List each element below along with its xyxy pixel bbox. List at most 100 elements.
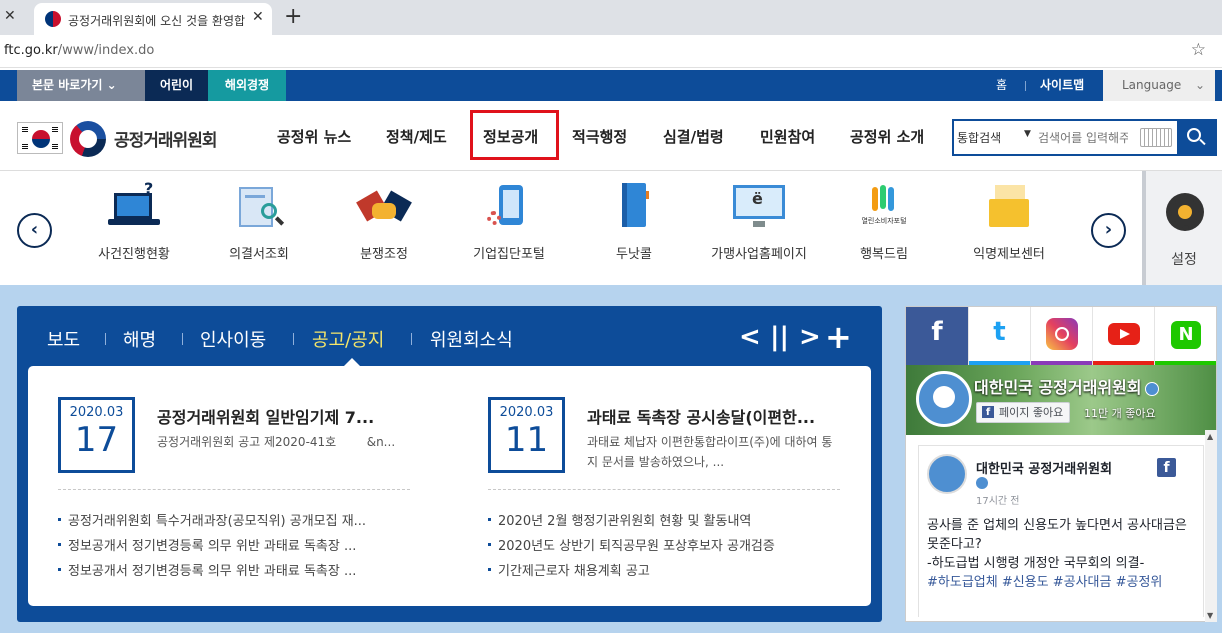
quick-happy-dream[interactable]: 열린소비자포털 행복드림 (824, 183, 944, 262)
ftc-emblem-logo[interactable] (70, 121, 106, 157)
chevron-down-icon: ⌄ (106, 78, 117, 92)
verified-badge-icon (976, 477, 988, 489)
list-item[interactable]: 정보공개서 정기변경등록 의무 위반 과태료 독촉장 ... (58, 535, 366, 560)
divider (1025, 81, 1026, 91)
document-magnifier-icon (233, 183, 285, 231)
quick-business-group-portal[interactable]: 기업집단포털 (449, 183, 569, 262)
site-header: 공정거래위원회 공정위 뉴스 정책/제도 정보공개 적극행정 심결/법령 민원참… (0, 101, 1222, 171)
scroll-up-icon[interactable]: ▲ (1207, 432, 1213, 441)
handshake-icon (356, 183, 412, 231)
quick-anonymous-report[interactable]: 익명제보센터 (949, 183, 1069, 262)
featured-notice-title[interactable]: 공정거래위원회 일반임기제 7... (157, 404, 374, 428)
bookmark-star-icon[interactable]: ☆ (1191, 40, 1206, 60)
kids-link[interactable]: 어린이 (145, 70, 208, 101)
folder-icon (983, 183, 1035, 231)
instagram-icon (1046, 318, 1078, 350)
post-timestamp[interactable]: 17시간 전 (976, 492, 1020, 507)
nav-civil-participation[interactable]: 민원참여 (760, 126, 815, 147)
sns-panel: f t N 대한민국 공정거래위원회 페이지 좋아요 11만 개 좋아요 대한민… (905, 306, 1217, 622)
featured-notice-description: 공정거래위원회 공고 제2020-41호 &n... (157, 435, 396, 449)
date-badge: 2020.03 17 (58, 397, 135, 473)
virtual-keyboard-icon[interactable] (1140, 128, 1172, 147)
quick-menu-settings-button[interactable]: 설정 (1142, 171, 1222, 285)
tab-committee-news[interactable]: 위원회소식 (430, 326, 513, 352)
language-select[interactable]: Language ⌄ (1103, 70, 1215, 101)
sns-scrollbar[interactable]: ▲ ▼ (1205, 430, 1217, 622)
list-item[interactable]: 기간제근로자 채용계획 공고 (488, 560, 775, 585)
nav-policy[interactable]: 정책/제도 (386, 126, 447, 147)
browser-tab[interactable]: 공정거래위원회에 오신 것을 환영합니다 ✕ (34, 3, 272, 35)
post-hashtags[interactable]: #하도급업체 #신용도 #공사대금 #공정위 (927, 575, 1162, 590)
facebook-icon: f (931, 317, 943, 347)
search-box: 통합검색 ▼ (952, 119, 1217, 156)
nav-about[interactable]: 공정위 소개 (850, 126, 924, 147)
notice-list-left: 공정거래위원회 특수거래과장(공모직위) 공개모집 재... 정보공개서 정기변… (58, 510, 366, 585)
notebook-icon (608, 183, 660, 231)
tab-notices[interactable]: 공고/공지 (312, 326, 384, 352)
quick-dispute-mediation[interactable]: 분쟁조정 (324, 183, 444, 262)
verified-badge-icon (1144, 381, 1159, 396)
address-bar[interactable]: ftc.go.kr/www/index.do ☆ (0, 35, 1222, 68)
nav-proactive-admin[interactable]: 적극행정 (572, 126, 627, 147)
page-profile-avatar[interactable] (916, 371, 972, 427)
nav-decisions-laws[interactable]: 심결/법령 (663, 126, 724, 147)
date-badge: 2020.03 11 (488, 397, 565, 473)
scroll-down-icon[interactable]: ▼ (1207, 611, 1213, 620)
close-icon[interactable]: ✕ (4, 8, 16, 24)
tab-instagram[interactable] (1030, 307, 1092, 365)
page-like-button[interactable]: 페이지 좋아요 (976, 402, 1071, 423)
nav-news[interactable]: 공정위 뉴스 (277, 126, 351, 147)
tab-press-release[interactable]: 보도 (47, 326, 80, 352)
prev-arrow-icon[interactable]: < (739, 322, 761, 352)
more-plus-icon[interactable]: + (825, 318, 852, 356)
overseas-competition-link[interactable]: 해외경쟁 (208, 70, 286, 101)
quick-menu-next-button[interactable]: › (1091, 213, 1126, 248)
tab-personnel[interactable]: 인사이동 (200, 326, 266, 352)
list-item[interactable]: 정보공개서 정기변경등록 의무 위반 과태료 독촉장 ... (58, 560, 366, 585)
page-name[interactable]: 대한민국 공정거래위원회 (974, 374, 1159, 398)
chevron-down-icon: ⌄ (1194, 78, 1205, 92)
facebook-page-cover: 대한민국 공정거래위원회 페이지 좋아요 11만 개 좋아요 (906, 365, 1216, 435)
search-button[interactable] (1177, 121, 1215, 154)
post-author[interactable]: 대한민국 공정거래위원회 (976, 458, 1112, 477)
site-logo-text[interactable]: 공정거래위원회 (114, 126, 217, 151)
dropdown-arrow-icon[interactable]: ▼ (1024, 129, 1031, 139)
tab-naver[interactable]: N (1154, 307, 1216, 365)
divider (411, 333, 412, 345)
facebook-icon: f (1157, 458, 1176, 477)
tab-clarification[interactable]: 해명 (123, 326, 156, 352)
search-scope-select[interactable]: 통합검색 (957, 129, 1001, 146)
news-board: 보도 해명 인사이동 공고/공지 위원회소식 < || > + 2020.03 … (17, 306, 882, 622)
skip-to-content-button[interactable]: 본문 바로가기 ⌄ (17, 70, 145, 101)
tab-youtube[interactable] (1092, 307, 1154, 365)
home-link[interactable]: 홈 (996, 70, 1007, 101)
list-item[interactable]: 2020년도 상반기 퇴직공무원 포상후보자 공개검증 (488, 535, 775, 560)
gear-icon (1166, 193, 1204, 231)
favicon-icon (45, 11, 61, 27)
featured-notice-title[interactable]: 과태료 독촉장 공시송달(이편한... (587, 404, 815, 428)
search-input[interactable] (1038, 125, 1128, 150)
close-tab-icon[interactable]: ✕ (252, 9, 264, 25)
browser-tab-title: 공정거래위원회에 오신 것을 환영합니다 (68, 14, 246, 28)
quick-donotcall[interactable]: 두낫콜 (574, 183, 694, 262)
next-arrow-icon[interactable]: > (799, 322, 821, 352)
divider (293, 333, 294, 345)
list-item[interactable]: 2020년 2월 행정기관위원회 현황 및 활동내역 (488, 510, 775, 535)
quick-case-status[interactable]: ? 사건진행현황 (74, 179, 194, 262)
tab-twitter[interactable]: t (968, 307, 1030, 365)
notice-list-right: 2020년 2월 행정기관위원회 현황 및 활동내역 2020년도 상반기 퇴직… (488, 510, 775, 585)
url-text[interactable]: ftc.go.kr/www/index.do (4, 43, 154, 58)
divider (105, 333, 106, 345)
avatar[interactable] (927, 454, 967, 494)
browser-tab-bar: ✕ 공정거래위원회에 오신 것을 환영합니다 ✕ + (0, 0, 1222, 35)
pause-icon[interactable]: || (770, 322, 789, 352)
list-item[interactable]: 공정거래위원회 특수거래과장(공모직위) 공개모집 재... (58, 510, 366, 535)
quick-decision-search[interactable]: 의결서조회 (199, 183, 319, 262)
tab-facebook[interactable]: f (906, 307, 968, 365)
new-tab-icon[interactable]: + (284, 4, 302, 29)
korean-flag-logo[interactable] (17, 122, 63, 154)
divider (488, 489, 840, 490)
quick-franchise-homepage[interactable]: ë 가맹사업홈페이지 (699, 183, 819, 262)
quick-menu-prev-button[interactable]: ‹ (17, 213, 52, 248)
sitemap-link[interactable]: 사이트맵 (1040, 70, 1084, 101)
